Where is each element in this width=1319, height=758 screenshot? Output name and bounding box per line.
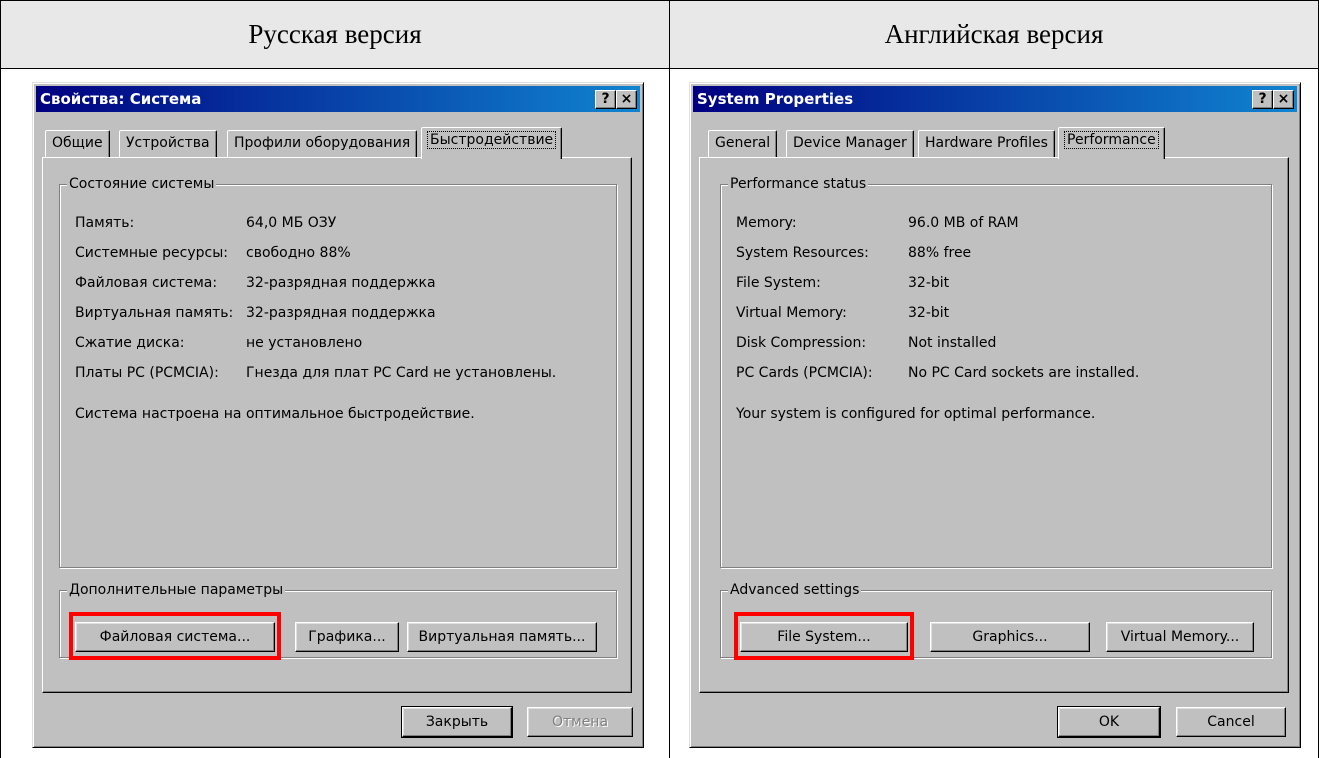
tab-label: Hardware Profiles: [925, 135, 1048, 151]
highlight-frame: [69, 612, 281, 660]
row-value: Гнезда для плат PC Card не установлены.: [246, 365, 557, 381]
close-window-button[interactable]: ×: [1273, 90, 1294, 109]
system-properties-window-en: System Properties ? × General Device Man…: [689, 82, 1301, 748]
row-value: 32-bit: [908, 305, 950, 321]
row-value: Not installed: [908, 335, 997, 351]
tab-label: General: [715, 135, 771, 151]
tab-label: Device Manager: [793, 135, 907, 151]
help-button[interactable]: ?: [1252, 90, 1273, 109]
row-label: Виртуальная память:: [75, 305, 234, 321]
tab-label: Быстродействие: [426, 131, 557, 149]
cancel-button: Отмена: [527, 707, 633, 737]
tab-label: Performance: [1064, 131, 1159, 149]
tab-label: Общие: [52, 135, 103, 151]
tab-hardware-profiles[interactable]: Профили оборудования: [227, 130, 418, 157]
window-title: Свойства: Система: [40, 90, 202, 108]
row-label: System Resources:: [736, 245, 869, 261]
cancel-button[interactable]: Cancel: [1176, 707, 1286, 737]
row-value: No PC Card sockets are installed.: [908, 365, 1140, 381]
row-value: 32-bit: [908, 275, 950, 291]
row-label: PC Cards (PCMCIA):: [736, 365, 873, 381]
table-border-header: [0, 68, 1319, 69]
row-value: 96.0 MB of RAM: [908, 215, 1019, 231]
window-title: System Properties: [697, 90, 854, 108]
status-group: Performance status Memory: 96.0 MB of RAM…: [720, 176, 1272, 568]
tab-device-manager[interactable]: Устройства: [119, 130, 217, 157]
tab-hardware-profiles[interactable]: Hardware Profiles: [918, 130, 1055, 157]
group-title: Состояние системы: [67, 176, 217, 192]
close-window-button[interactable]: ×: [616, 90, 637, 109]
row-label: Память:: [75, 215, 135, 231]
ok-button[interactable]: OK: [1057, 706, 1161, 738]
column-header-english: Английская версия: [670, 1, 1318, 68]
status-message: Система настроена на оптимальное быстрод…: [75, 406, 475, 422]
title-bar: Свойства: Система ? ×: [36, 86, 640, 112]
performance-panel: Performance status Memory: 96.0 MB of RAM…: [699, 157, 1289, 693]
group-title: Дополнительные параметры: [67, 582, 286, 598]
row-label: Memory:: [736, 215, 797, 231]
group-title: Advanced settings: [728, 582, 862, 598]
row-label: Virtual Memory:: [736, 305, 847, 321]
row-value: 64,0 МБ ОЗУ: [246, 215, 337, 231]
help-button[interactable]: ?: [595, 90, 616, 109]
row-value: 88% free: [908, 245, 972, 261]
tab-label: Профили оборудования: [234, 135, 411, 151]
row-value: не установлено: [246, 335, 363, 351]
virtual-memory-button[interactable]: Виртуальная память...: [407, 622, 597, 652]
tab-general[interactable]: Общие: [45, 130, 110, 157]
graphics-button[interactable]: Graphics...: [930, 622, 1090, 652]
status-group: Состояние системы Память: 64,0 МБ ОЗУ Сис…: [59, 176, 617, 568]
tab-device-manager[interactable]: Device Manager: [786, 130, 914, 157]
tab-performance[interactable]: Быстродействие: [421, 127, 563, 159]
row-label: Системные ресурсы:: [75, 245, 229, 261]
virtual-memory-button[interactable]: Virtual Memory...: [1106, 622, 1254, 652]
row-value: 32-разрядная поддержка: [246, 275, 436, 291]
close-button[interactable]: Закрыть: [401, 706, 513, 738]
row-label: Платы PC (PCMCIA):: [75, 365, 219, 381]
table-border-middle: [669, 0, 670, 758]
graphics-button[interactable]: Графика...: [295, 622, 399, 652]
performance-panel: Состояние системы Память: 64,0 МБ ОЗУ Сис…: [42, 157, 632, 693]
tab-performance[interactable]: Performance: [1058, 127, 1165, 159]
row-label: Disk Compression:: [736, 335, 867, 351]
row-value: свободно 88%: [246, 245, 351, 261]
highlight-frame: [734, 612, 914, 660]
table-border-left: [0, 0, 1, 758]
row-label: Файловая система:: [75, 275, 218, 291]
column-header-russian: Русская версия: [1, 1, 669, 68]
row-label: File System:: [736, 275, 821, 291]
tab-label: Устройства: [126, 135, 210, 151]
group-title: Performance status: [728, 176, 869, 192]
status-message: Your system is configured for optimal pe…: [736, 406, 1096, 422]
row-value: 32-разрядная поддержка: [246, 305, 436, 321]
row-label: Сжатие диска:: [75, 335, 185, 351]
title-bar: System Properties ? ×: [693, 86, 1297, 112]
tab-general[interactable]: General: [708, 130, 778, 157]
system-properties-window-ru: Свойства: Система ? × Общие Устройства П…: [32, 82, 644, 748]
